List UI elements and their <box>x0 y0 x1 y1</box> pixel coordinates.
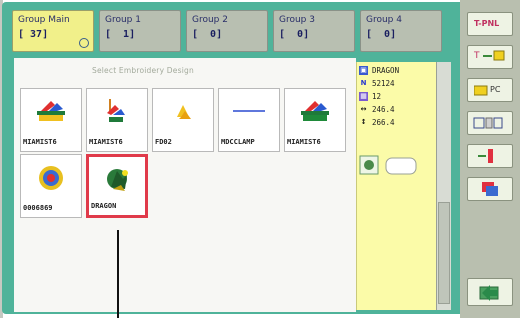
usb-button[interactable] <box>467 111 513 135</box>
design-label: FD02 <box>155 138 172 146</box>
tab-group-2[interactable]: Group 2 [ 0] <box>186 10 268 52</box>
design-label: 0006869 <box>23 204 53 212</box>
delete-icon <box>478 149 493 163</box>
design-card[interactable]: FD02 <box>152 88 214 152</box>
design-preview-box <box>356 152 436 186</box>
tab-count: [ 37] <box>18 29 49 40</box>
embroidery-design-icon <box>177 105 191 119</box>
move-icon: T <box>473 50 505 61</box>
tab-label: Group 4 <box>366 15 402 25</box>
embroidery-design-icon <box>39 166 63 190</box>
tab-label: Group Main <box>18 15 70 25</box>
tab-label: Group 2 <box>192 15 228 25</box>
select-design-hint: Select Embroidery Design <box>92 66 194 75</box>
tab-count: [ 1] <box>105 29 136 40</box>
t-panel-label: T-PNL <box>474 19 500 28</box>
design-label: DRAGON <box>91 202 117 210</box>
embroidery-design-icon <box>233 110 265 112</box>
delete-button[interactable] <box>467 144 513 168</box>
height-value: 266.4 <box>372 118 395 127</box>
embroidery-design-icon <box>37 101 65 121</box>
t-panel-button[interactable]: T-PNL <box>467 12 513 36</box>
clock-icon <box>79 38 89 48</box>
pc-folder-button[interactable]: PC <box>467 78 513 102</box>
stitch-count-value: 52124 <box>372 79 395 88</box>
usb-icon <box>473 117 503 129</box>
tab-group-1[interactable]: Group 1 [ 1] <box>99 10 181 52</box>
info-width-row: ↔ 246.4 <box>359 105 435 116</box>
tab-count: [ 0] <box>279 29 310 40</box>
tab-group-main[interactable]: Group Main [ 37] <box>12 10 94 52</box>
width-icon: ↔ <box>360 105 367 113</box>
tab-label: Group 3 <box>279 15 315 25</box>
copy-button[interactable] <box>467 177 513 201</box>
stitch-count-icon: N <box>360 79 367 87</box>
tab-count: [ 0] <box>366 29 397 40</box>
svg-text:T: T <box>473 51 480 61</box>
callout-pointer-line <box>117 230 119 318</box>
design-label: MIAMIST6 <box>89 138 123 146</box>
info-stitch-row: N 52124 <box>359 79 435 90</box>
design-card[interactable]: 0006869 <box>20 154 82 218</box>
design-name-icon: ▣ <box>359 66 368 75</box>
design-card[interactable]: MDCCLAMP <box>218 88 280 152</box>
design-label: MIAMIST6 <box>287 138 321 146</box>
design-card[interactable]: MIAMIST6 <box>86 88 148 152</box>
height-icon: ↕ <box>360 118 367 126</box>
design-label: MIAMIST6 <box>23 138 57 146</box>
design-card[interactable]: MIAMIST6 <box>284 88 346 152</box>
pc-label: PC <box>490 85 501 94</box>
pc-folder-icon <box>474 85 488 96</box>
move-design-button[interactable]: T <box>467 45 513 69</box>
color-count-value: 12 <box>372 92 382 101</box>
design-card[interactable]: MIAMIST6 <box>20 88 82 152</box>
design-name-value: DRAGON <box>372 66 400 75</box>
return-icon <box>479 285 499 301</box>
embroidery-design-icon <box>107 169 128 191</box>
copy-icon <box>482 182 498 196</box>
design-preview-thumbnail <box>359 155 417 175</box>
scrollbar-thumb[interactable] <box>438 202 450 304</box>
return-button[interactable] <box>467 278 513 306</box>
width-value: 246.4 <box>372 105 395 114</box>
design-card-selected[interactable]: DRAGON <box>86 154 148 218</box>
tab-label: Group 1 <box>105 15 141 25</box>
embroidery-design-icon <box>301 101 329 121</box>
design-list-scrollbar[interactable] <box>436 62 451 310</box>
info-height-row: ↕ 266.4 <box>359 118 435 129</box>
info-name-row: ▣ DRAGON <box>359 66 435 77</box>
color-count-icon: ▦ <box>359 92 368 101</box>
embroidery-design-icon <box>107 99 125 122</box>
tab-count: [ 0] <box>192 29 223 40</box>
tab-group-4[interactable]: Group 4 [ 0] <box>360 10 442 52</box>
design-label: MDCCLAMP <box>221 138 255 146</box>
tab-group-3[interactable]: Group 3 [ 0] <box>273 10 355 52</box>
info-color-row: ▦ 12 <box>359 92 435 103</box>
